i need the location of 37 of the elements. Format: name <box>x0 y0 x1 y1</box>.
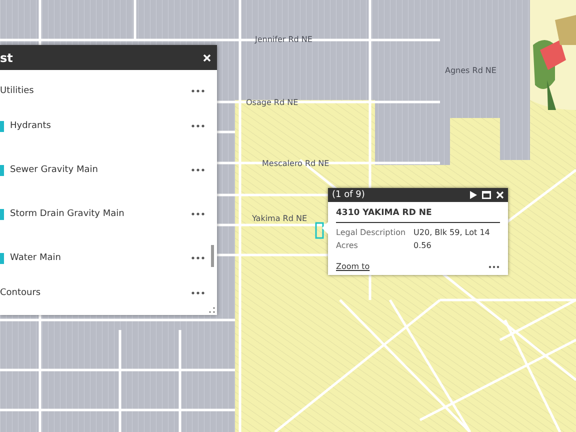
layer-name[interactable]: Storm Drain Gravity Main <box>10 209 124 219</box>
field-label: Acres <box>335 240 359 252</box>
feature-counter: (1 of 9) <box>332 190 365 200</box>
field-value: 0.56 <box>412 240 432 252</box>
maximize-icon[interactable] <box>482 191 491 199</box>
street-label: Jennifer Rd NE <box>255 35 312 44</box>
zoom-to-link[interactable]: Zoom to <box>336 262 370 271</box>
selected-parcel-outline <box>315 222 324 239</box>
popup-title: 4310 YAKIMA RD NE <box>336 208 500 223</box>
next-icon[interactable] <box>470 191 477 199</box>
resize-handle-icon[interactable] <box>209 307 215 313</box>
layer-name[interactable]: Contours <box>0 288 41 298</box>
close-icon[interactable] <box>496 191 504 199</box>
more-options-button[interactable] <box>191 168 205 172</box>
layer-checkbox[interactable] <box>0 120 4 132</box>
street-label: Yakima Rd NE <box>252 214 307 223</box>
layer-name[interactable]: Water Main <box>10 253 61 263</box>
more-options-button[interactable] <box>191 291 205 295</box>
field-label: Legal Description <box>335 227 407 239</box>
scrollbar-thumb[interactable] <box>211 245 214 267</box>
street-label: Osage Rd NE <box>246 98 298 107</box>
more-options-button[interactable] <box>191 256 205 260</box>
more-options-button[interactable] <box>191 124 205 128</box>
layer-checkbox[interactable] <box>0 164 4 176</box>
more-options-button[interactable] <box>191 89 205 93</box>
layer-checkbox[interactable] <box>0 208 4 220</box>
field-value: U20, Blk 59, Lot 14 <box>412 227 491 239</box>
layer-name[interactable]: Utilities <box>0 86 34 96</box>
close-button[interactable] <box>203 54 211 62</box>
layer-name[interactable]: Sewer Gravity Main <box>10 165 98 175</box>
panel-title: st <box>0 50 13 64</box>
street-label: Agnes Rd NE <box>445 66 496 75</box>
more-options-button[interactable] <box>191 212 205 216</box>
street-label: Mescalero Rd NE <box>262 159 330 168</box>
layer-checkbox[interactable] <box>0 252 4 264</box>
layer-name[interactable]: Hydrants <box>10 121 51 131</box>
more-options-icon[interactable] <box>488 264 500 268</box>
